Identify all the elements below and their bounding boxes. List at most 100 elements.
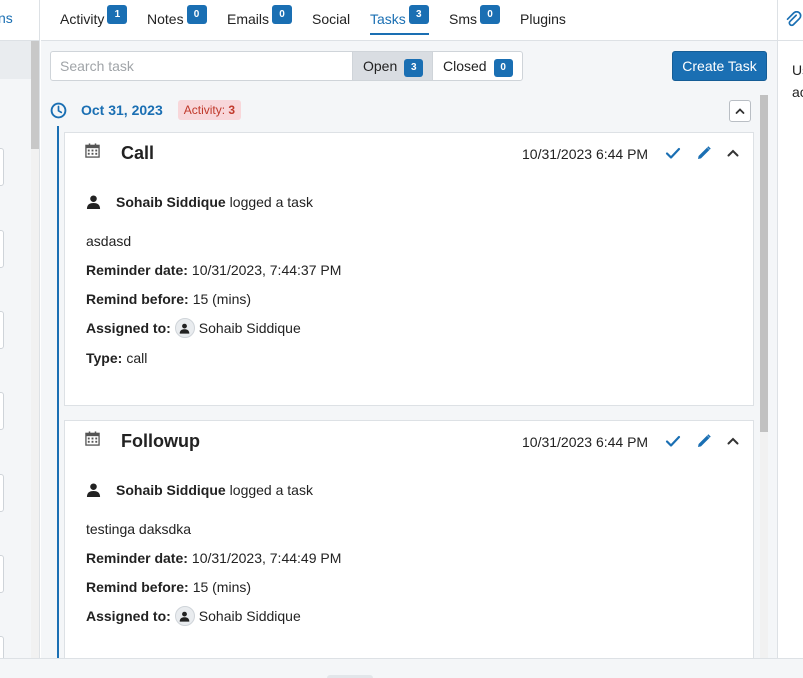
- left-field[interactable]: [0, 148, 4, 186]
- filter-closed-button[interactable]: Closed 0: [432, 51, 523, 81]
- task-card: Followup 10/31/2023 6:44 PM Sohaib Siddi…: [64, 420, 754, 658]
- paperclip-icon[interactable]: [785, 11, 802, 28]
- task-assigned: Assigned to: Sohaib Siddique: [86, 606, 301, 626]
- left-tabbar: ns: [0, 0, 39, 41]
- assigned-value: Sohaib Siddique: [198, 608, 301, 624]
- chevron-up-icon[interactable]: [725, 433, 741, 449]
- tab-label: Plugins: [520, 11, 566, 27]
- task-title: Followup: [121, 431, 200, 451]
- task-time: 10/31/2023 6:44 PM: [522, 434, 649, 450]
- assigned-value: Sohaib Siddique: [198, 320, 301, 336]
- filter-open-count: 3: [404, 59, 424, 77]
- left-field[interactable]: [0, 311, 4, 349]
- tab-count-badge: 0: [480, 5, 500, 24]
- type-label: Type:: [86, 350, 123, 366]
- activity-center: Activity 1 Notes 0 Emails 0 Social Tasks…: [41, 0, 777, 658]
- tab-count-badge: 3: [408, 5, 429, 24]
- app-root: ns Activity 1 Notes 0 Emails 0: [0, 0, 803, 678]
- search-task-input[interactable]: [50, 51, 353, 81]
- reminder-label: Reminder date:: [86, 262, 188, 278]
- pencil-icon[interactable]: [696, 433, 712, 449]
- task-timeline: Oct 31, 2023 Activity: 3 Call 10/31/2023…: [41, 95, 761, 658]
- tab-label: Sms: [449, 11, 477, 27]
- task-user: Sohaib Siddique: [116, 482, 226, 498]
- task-title: Call: [121, 143, 155, 163]
- remind-before-label: Remind before:: [86, 579, 189, 595]
- left-panel: ns: [0, 0, 40, 658]
- remind-before-value: 15 (mins): [192, 579, 252, 595]
- task-action: logged a task: [229, 194, 313, 210]
- task-type: Type: call: [86, 350, 147, 366]
- tab-plugins[interactable]: Plugins: [520, 11, 566, 27]
- tab-activity[interactable]: Activity 1: [60, 5, 128, 27]
- timeline-date-row: Oct 31, 2023 Activity: 3: [50, 100, 242, 120]
- right-panel-text: Us: [792, 62, 803, 78]
- left-field[interactable]: [0, 474, 4, 512]
- tab-label: Activity: [60, 11, 105, 27]
- left-tab-label[interactable]: ns: [0, 10, 13, 26]
- filter-open-button[interactable]: Open 3: [352, 51, 433, 81]
- reminder-value: 10/31/2023, 7:44:37 PM: [191, 262, 342, 278]
- left-field[interactable]: [0, 392, 4, 430]
- left-field[interactable]: [0, 555, 4, 593]
- tab-sms[interactable]: Sms 0: [449, 5, 500, 27]
- type-value: call: [126, 350, 148, 366]
- tab-social[interactable]: Social: [312, 11, 350, 27]
- assigned-label: Assigned to:: [86, 320, 171, 336]
- tab-count-badge: 0: [186, 5, 207, 24]
- check-icon[interactable]: [665, 145, 681, 161]
- person-icon: [179, 611, 190, 622]
- task-logged-line: Sohaib Siddique logged a task: [86, 194, 313, 210]
- reminder-label: Reminder date:: [86, 550, 188, 566]
- chevron-up-icon[interactable]: [725, 145, 741, 161]
- left-field[interactable]: [0, 230, 4, 268]
- calendar-icon: [85, 143, 100, 158]
- right-panel: Us ac: [777, 0, 803, 658]
- left-field[interactable]: [0, 636, 4, 658]
- tab-count-badge: 1: [107, 5, 128, 24]
- reminder-value: 10/31/2023, 7:44:49 PM: [191, 550, 342, 566]
- tab-label: Emails: [227, 11, 270, 27]
- left-scrollbar-thumb[interactable]: [31, 41, 39, 149]
- task-remind-before: Remind before: 15 (mins): [86, 291, 251, 307]
- tab-label: Notes: [147, 11, 184, 27]
- timeline-date: Oct 31, 2023: [81, 102, 163, 118]
- tab-label: Social: [312, 11, 351, 27]
- remind-before-value: 15 (mins): [192, 291, 252, 307]
- calendar-icon: [85, 431, 100, 446]
- task-assigned: Assigned to: Sohaib Siddique: [86, 318, 301, 338]
- tab-count-badge: 0: [272, 5, 293, 24]
- timeline-scrollbar-thumb[interactable]: [760, 95, 768, 432]
- collapse-group-button[interactable]: [729, 100, 751, 122]
- avatar: [174, 318, 195, 338]
- chevron-up-icon: [735, 108, 745, 114]
- person-icon: [179, 323, 190, 334]
- create-task-button[interactable]: Create Task: [672, 51, 767, 81]
- task-description: testinga daksdka: [86, 521, 192, 537]
- task-remind-before: Remind before: 15 (mins): [86, 579, 251, 595]
- tab-notes[interactable]: Notes 0: [147, 5, 207, 27]
- task-time: 10/31/2023 6:44 PM: [522, 146, 649, 162]
- person-icon: [86, 195, 101, 210]
- filter-closed-count: 0: [493, 59, 513, 77]
- task-user: Sohaib Siddique: [116, 194, 226, 210]
- assigned-label: Assigned to:: [86, 608, 171, 624]
- activity-badge-count: 3: [228, 103, 236, 117]
- tab-emails[interactable]: Emails 0: [227, 5, 293, 27]
- filter-open-label: Open: [363, 58, 398, 74]
- task-logged-line: Sohaib Siddique logged a task: [86, 482, 313, 498]
- avatar: [174, 606, 195, 626]
- right-panel-text: ac: [792, 84, 803, 100]
- task-reminder: Reminder date: 10/31/2023, 7:44:49 PM: [86, 550, 341, 566]
- filter-closed-label: Closed: [443, 58, 487, 74]
- clock-icon: [50, 102, 67, 118]
- tab-bar: Activity 1 Notes 0 Emails 0 Social Tasks…: [41, 0, 777, 41]
- tab-label: Tasks: [370, 11, 406, 27]
- pencil-icon[interactable]: [696, 145, 712, 161]
- tab-tasks[interactable]: Tasks 3: [370, 5, 429, 35]
- task-description: asdasd: [86, 233, 132, 249]
- activity-count-badge: Activity: 3: [177, 100, 242, 120]
- activity-badge-label: Activity:: [183, 103, 226, 117]
- check-icon[interactable]: [665, 433, 681, 449]
- right-tabbar: [778, 0, 803, 41]
